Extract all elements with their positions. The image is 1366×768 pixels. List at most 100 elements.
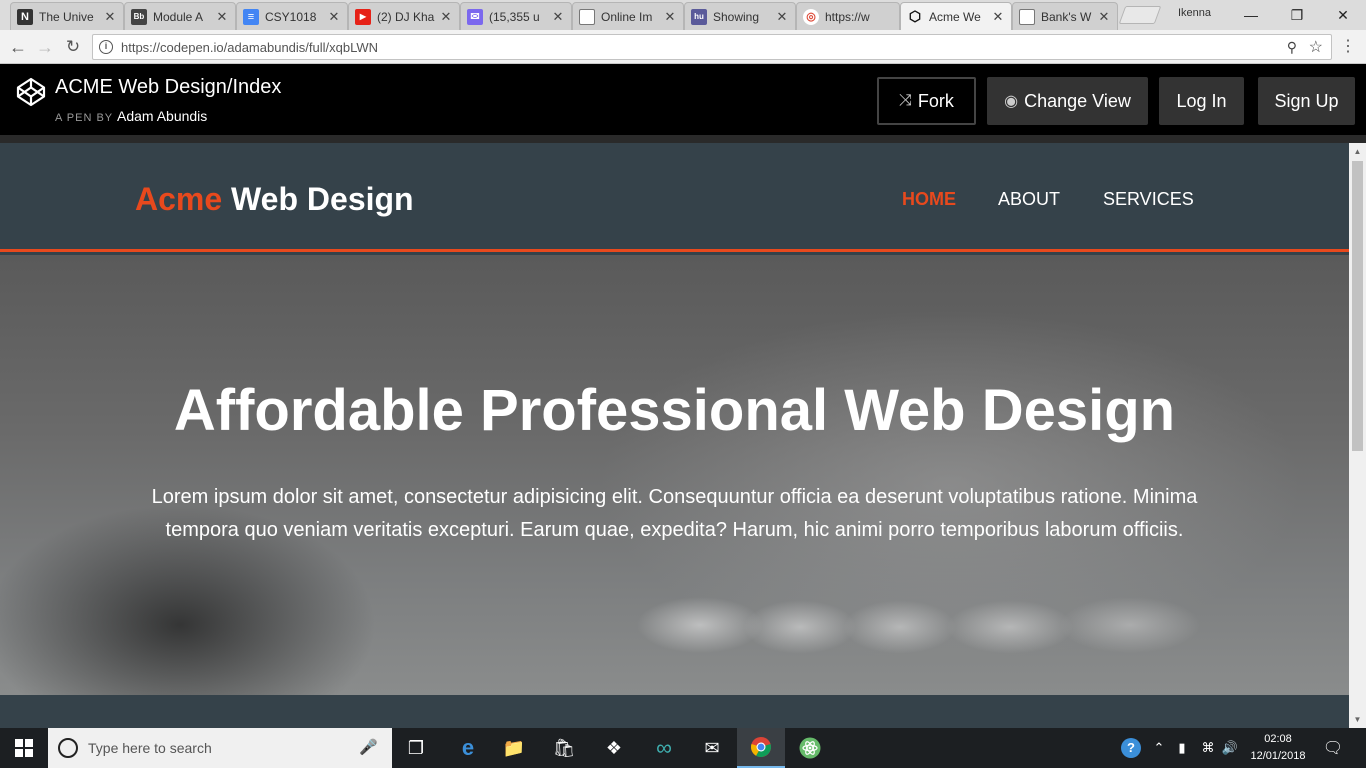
- windows-logo-icon: [15, 739, 33, 757]
- tab-favicon-icon: Bb: [131, 8, 147, 25]
- pen-byline: A PEN BY Adam Abundis: [55, 108, 207, 124]
- browser-tab[interactable]: Online Im ✕: [572, 2, 684, 30]
- codepen-favicon-icon: ⬡: [908, 8, 922, 24]
- tab-close-icon[interactable]: ✕: [1097, 9, 1111, 25]
- windows-taskbar: Type here to search 🎤 ❐ e 📁 🛍 ❖ ∞ ✉ ? ⌃ …: [0, 728, 1366, 768]
- system-clock[interactable]: 02:08 12/01/2018: [1248, 731, 1308, 765]
- tab-title: The Unive: [39, 9, 94, 24]
- help-icon[interactable]: ?: [1118, 728, 1144, 768]
- scroll-down-icon[interactable]: ▼: [1349, 711, 1366, 728]
- tab-close-icon[interactable]: ✕: [327, 9, 341, 25]
- nav-about[interactable]: ABOUT: [998, 189, 1060, 210]
- forward-icon[interactable]: →: [34, 36, 56, 58]
- tab-favicon-icon: ◎: [803, 8, 819, 25]
- scroll-up-icon[interactable]: ▲: [1349, 143, 1366, 160]
- address-bar[interactable]: i https://codepen.io/adamabundis/full/xq…: [92, 34, 1332, 60]
- tab-title: Online Im: [601, 9, 653, 24]
- author-link[interactable]: Adam Abundis: [117, 108, 207, 124]
- browser-tab[interactable]: ≡ CSY1018 ✕: [236, 2, 348, 30]
- tab-title: Bank's W: [1041, 9, 1092, 24]
- microphone-icon[interactable]: 🎤: [359, 738, 378, 756]
- tab-title: Acme We: [929, 9, 981, 24]
- tab-title: Showing: [713, 9, 760, 24]
- restore-icon[interactable]: ❐: [1274, 0, 1320, 30]
- tab-title: https://w: [825, 9, 870, 24]
- mail-icon[interactable]: ✉: [688, 728, 736, 768]
- hero-showcase: Affordable Professional Web Design Lorem…: [0, 255, 1349, 695]
- url-text: https://codepen.io/adamabundis/full/xqbL…: [121, 39, 379, 55]
- browser-tab[interactable]: N The Unive ✕: [10, 2, 124, 30]
- tab-title: (2) DJ Kha: [377, 9, 435, 24]
- minimize-icon[interactable]: —: [1228, 0, 1274, 30]
- profile-name[interactable]: Ikenna: [1178, 7, 1211, 19]
- site-brand[interactable]: Acme Web Design: [135, 181, 414, 218]
- tab-favicon-icon: N: [17, 8, 33, 25]
- change-view-label: Change View: [1024, 90, 1131, 111]
- browser-tab[interactable]: hu Showing ✕: [684, 2, 796, 30]
- eye-icon: ◉: [1004, 93, 1019, 110]
- arduino-icon[interactable]: ∞: [640, 728, 688, 768]
- browser-tab-active[interactable]: ⬡ Acme We ✕: [900, 2, 1012, 30]
- tab-favicon-icon: ≡: [243, 8, 259, 25]
- hero-title: Affordable Professional Web Design: [173, 378, 1176, 443]
- change-view-button[interactable]: ◉ Change View: [987, 77, 1148, 125]
- vertical-scrollbar[interactable]: ▲ ▼: [1349, 143, 1366, 728]
- fork-button[interactable]: ⤨ Fork: [877, 77, 976, 125]
- nav-services[interactable]: SERVICES: [1103, 189, 1194, 210]
- tab-close-icon[interactable]: ✕: [775, 9, 789, 25]
- back-icon[interactable]: ←: [7, 36, 29, 58]
- log-in-button[interactable]: Log In: [1159, 77, 1244, 125]
- browser-tab[interactable]: Bank's W ✕: [1012, 2, 1118, 30]
- edge-icon[interactable]: e: [444, 728, 492, 768]
- next-section: [0, 695, 1349, 728]
- tab-close-icon[interactable]: ✕: [991, 9, 1005, 25]
- zoom-icon[interactable]: ⚲: [1287, 39, 1297, 56]
- start-button[interactable]: [0, 728, 48, 768]
- store-icon[interactable]: 🛍: [540, 728, 588, 768]
- scroll-thumb[interactable]: [1352, 161, 1363, 451]
- tab-close-icon[interactable]: ✕: [215, 9, 229, 25]
- tab-close-icon[interactable]: ✕: [439, 9, 453, 25]
- browser-tab[interactable]: ✉ (15,355 u ✕: [460, 2, 572, 30]
- pen-preview: Acme Web Design HOME ABOUT SERVICES Affo…: [0, 143, 1349, 728]
- codepen-logo-icon[interactable]: [16, 77, 46, 107]
- file-explorer-icon[interactable]: 📁: [490, 728, 538, 768]
- cortana-icon: [58, 738, 78, 758]
- info-icon[interactable]: i: [99, 40, 113, 54]
- page-icon: [1019, 8, 1035, 25]
- tab-close-icon[interactable]: ✕: [551, 9, 565, 25]
- tab-favicon-icon: hu: [691, 8, 707, 25]
- task-view-icon[interactable]: ❐: [392, 728, 440, 768]
- pen-title[interactable]: ACME Web Design/Index: [55, 76, 281, 99]
- menu-icon[interactable]: ⋮: [1340, 38, 1356, 58]
- clock-time: 02:08: [1264, 733, 1292, 745]
- reload-icon[interactable]: ↻: [62, 36, 84, 58]
- show-hidden-icons-icon[interactable]: ⌃: [1150, 728, 1168, 768]
- tab-strip: N The Unive ✕ Bb Module A ✕ ≡ CSY1018 ✕ …: [0, 0, 1366, 30]
- notifications-icon[interactable]: 🗨: [1318, 728, 1348, 768]
- tab-close-icon[interactable]: ✕: [103, 9, 117, 25]
- taskbar-search-box[interactable]: Type here to search 🎤: [48, 728, 392, 768]
- bookmark-star-icon[interactable]: ☆: [1309, 37, 1323, 57]
- chrome-logo-icon: [751, 737, 771, 758]
- nav-home[interactable]: HOME: [902, 189, 956, 210]
- page-icon: [579, 8, 595, 25]
- atom-icon[interactable]: [786, 728, 834, 768]
- battery-icon[interactable]: ▮: [1172, 728, 1192, 768]
- byline-prefix: A PEN BY: [55, 112, 113, 124]
- dropbox-icon[interactable]: ❖: [590, 728, 638, 768]
- browser-tab[interactable]: Bb Module A ✕: [124, 2, 236, 30]
- browser-tab[interactable]: ◎ https://w: [796, 2, 900, 30]
- tab-close-icon[interactable]: ✕: [663, 9, 677, 25]
- sign-up-button[interactable]: Sign Up: [1258, 77, 1355, 125]
- clock-date: 12/01/2018: [1250, 750, 1306, 762]
- close-window-icon[interactable]: ✕: [1320, 0, 1366, 30]
- new-tab-button[interactable]: [1118, 6, 1162, 24]
- chrome-icon[interactable]: [737, 728, 785, 768]
- search-placeholder: Type here to search: [88, 740, 212, 756]
- hero-text: Lorem ipsum dolor sit amet, consectetur …: [151, 486, 1198, 541]
- browser-tab[interactable]: ▶ (2) DJ Kha ✕: [348, 2, 460, 30]
- wifi-icon[interactable]: ⌘: [1198, 728, 1218, 768]
- tab-favicon-icon: ▶: [355, 8, 371, 25]
- volume-icon[interactable]: 🔊: [1220, 728, 1240, 768]
